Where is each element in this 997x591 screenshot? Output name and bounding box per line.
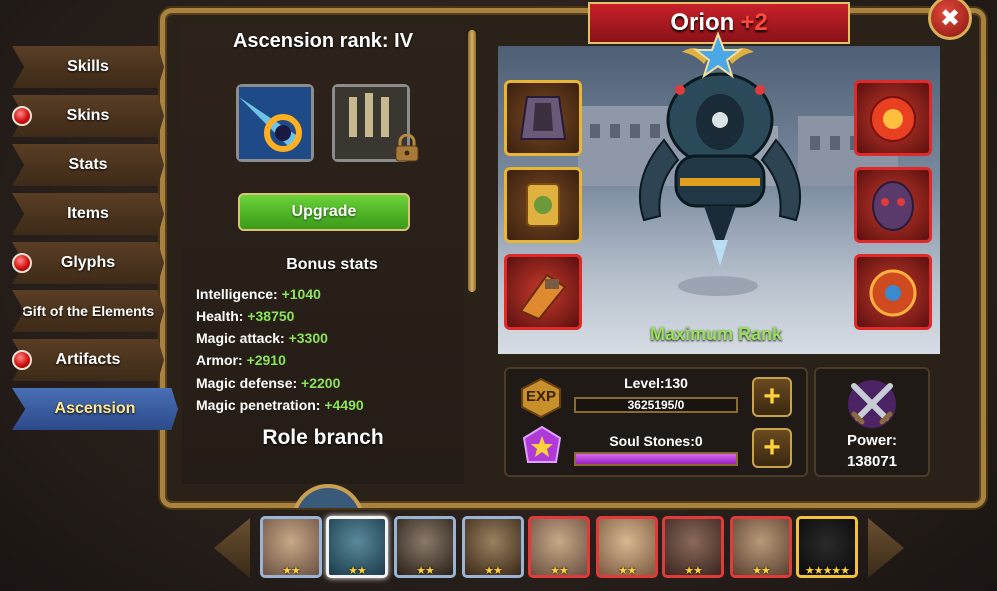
hero-orion-figure — [638, 72, 802, 266]
ascension-skill-slot[interactable] — [236, 84, 314, 162]
rank-star-badge-icon — [682, 32, 754, 79]
hero-portrait[interactable]: ★★ — [596, 516, 658, 578]
item-slot-amulet[interactable] — [854, 254, 932, 330]
power-value: 138071 — [846, 453, 898, 470]
tab-skills[interactable]: Skills — [12, 46, 164, 88]
tab-label: Skins — [66, 107, 110, 124]
tab-artifacts[interactable]: Artifacts — [12, 339, 164, 381]
stat-line: Magic attack: +3300 — [196, 330, 328, 346]
hero-portrait[interactable]: ★★ — [394, 516, 456, 578]
tab-label: Ascension — [54, 400, 136, 417]
item-slot-armor[interactable] — [504, 80, 582, 156]
add-soul-stones-button[interactable]: + — [752, 428, 792, 468]
soul-stone-icon — [522, 426, 562, 463]
hero-portrait[interactable]: ★★ — [462, 516, 524, 578]
plus-icon: + — [763, 431, 781, 464]
tab-label: Glyphs — [60, 254, 116, 271]
crossed-swords-icon — [848, 380, 896, 428]
hero-portrait[interactable]: ★★ — [528, 516, 590, 578]
hero-portrait[interactable]: ★★ — [260, 516, 322, 578]
ascension-panel — [182, 24, 464, 484]
exp-value: 3625195/0 — [627, 398, 685, 412]
soul-stones-bar — [574, 452, 738, 466]
stat-line: Magic penetration: +4490 — [196, 397, 364, 413]
role-branch-title: Role branch — [262, 426, 384, 449]
item-slot-gauntlet[interactable] — [504, 254, 582, 330]
plus-icon: + — [763, 380, 781, 413]
amulet-item-icon — [869, 269, 917, 317]
upgrade-button[interactable]: Upgrade — [238, 193, 410, 231]
tab-label: Gift of the Elements — [21, 303, 155, 319]
next-hero-arrow[interactable] — [868, 518, 904, 578]
scroll-item-icon — [526, 183, 560, 227]
mask-item-icon — [872, 181, 914, 231]
item-slot-orb[interactable] — [854, 80, 932, 156]
armor-item-icon — [519, 96, 567, 140]
hero-portrait-selected[interactable]: ★★ — [326, 516, 388, 578]
tab-dot — [12, 350, 32, 370]
tab-skins[interactable]: Skins — [12, 95, 164, 137]
tab-items[interactable]: Items — [12, 193, 164, 235]
tab-ascension[interactable]: Ascension — [12, 388, 178, 430]
add-exp-button[interactable]: + — [752, 377, 792, 417]
stat-line: Armor: +2910 — [196, 352, 286, 368]
tab-label: Stats — [68, 156, 108, 173]
stat-line: Intelligence: +1040 — [196, 286, 321, 302]
soul-stones-label: Soul Stones:0 — [609, 433, 703, 449]
hero-portrait[interactable]: ★★ — [730, 516, 792, 578]
level-label: Level:130 — [624, 375, 688, 391]
lock-icon — [394, 133, 420, 162]
orb-item-icon — [870, 96, 916, 142]
fire-ring-skill-icon — [239, 87, 311, 159]
item-slot-scroll[interactable] — [504, 167, 582, 243]
max-rank-label: Maximum Rank — [649, 324, 783, 344]
tab-label: Artifacts — [55, 351, 121, 368]
tab-dot — [12, 253, 32, 273]
tab-label: Skills — [67, 58, 109, 75]
gauntlet-item-icon — [519, 273, 567, 321]
tab-glyphs[interactable]: Glyphs — [12, 242, 164, 284]
role-branch-icon[interactable] — [292, 484, 364, 508]
bonus-stats-title: Bonus stats — [286, 256, 378, 273]
stat-line: Magic defense: +2200 — [196, 375, 341, 391]
item-slot-mask[interactable] — [854, 167, 932, 243]
power-label: Power: — [846, 432, 897, 449]
hero-portrait[interactable]: ★★ — [662, 516, 724, 578]
tab-label: Items — [67, 205, 109, 222]
tab-dot — [12, 106, 32, 126]
close-icon: ✖ — [939, 4, 961, 32]
tab-gift-of-the-elements[interactable]: Gift of the Elements — [12, 290, 164, 332]
tab-stats[interactable]: Stats — [12, 144, 164, 186]
stat-line: Health: +38750 — [196, 308, 295, 324]
hero-portrait[interactable]: ★★★★★ — [796, 516, 858, 578]
ascension-rank-title: Ascension rank: IV — [232, 30, 414, 52]
scrollbar[interactable] — [468, 30, 476, 292]
exp-icon-label: EXP — [525, 388, 556, 405]
prev-hero-arrow[interactable] — [214, 518, 250, 578]
